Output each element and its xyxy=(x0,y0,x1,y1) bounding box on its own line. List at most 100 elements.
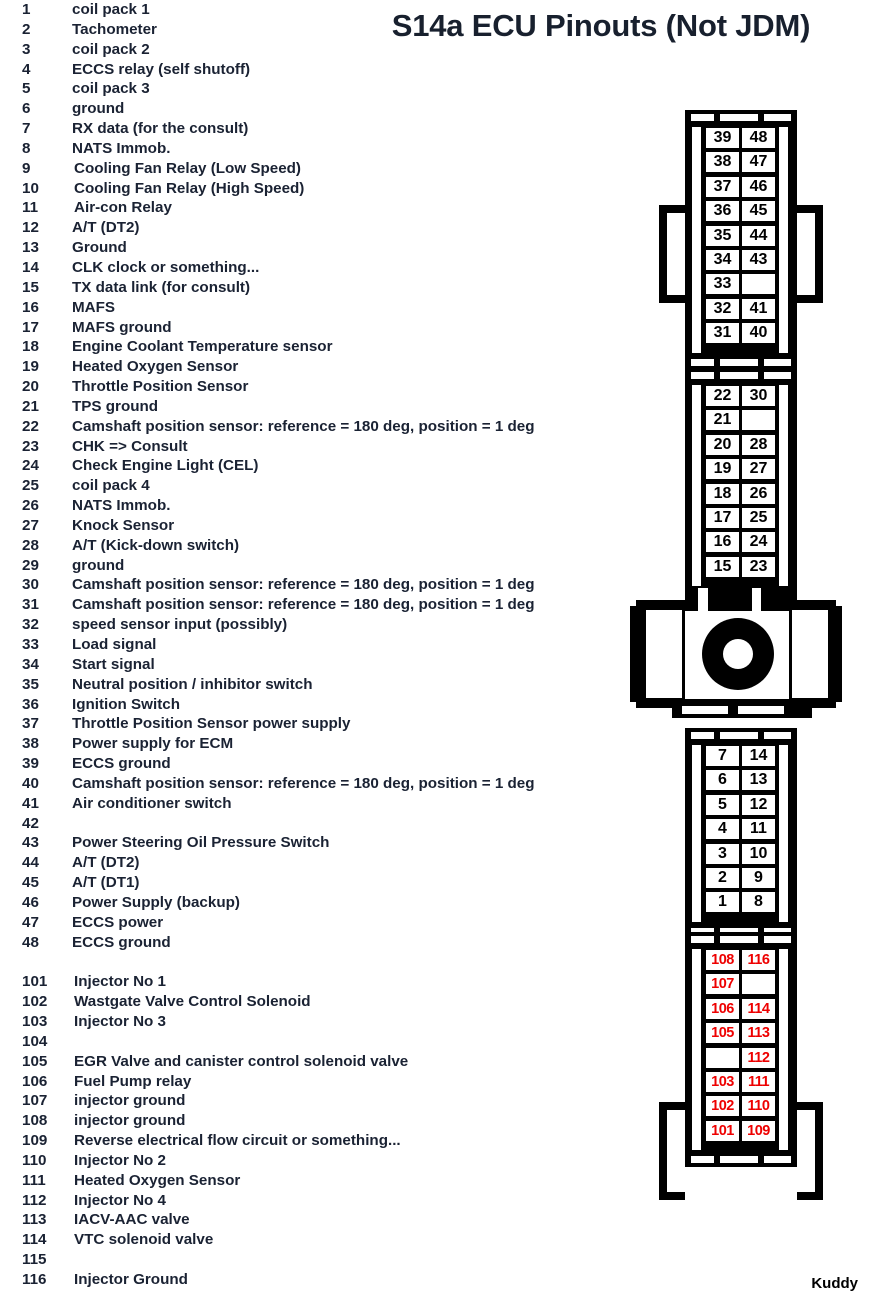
pin-row: 23 CHK => Consult xyxy=(0,437,640,457)
pin-row: 112 Injector No 4 xyxy=(0,1191,640,1211)
pin-row: 25 coil pack 4 xyxy=(0,476,640,496)
pin-description: Heated Oxygen Sensor xyxy=(72,358,239,376)
pin-number: 102 xyxy=(22,993,48,1011)
pin-description: Camshaft position sensor: reference = 18… xyxy=(72,774,535,792)
pin-row: 115 xyxy=(0,1250,640,1270)
pin-description: ECCS power xyxy=(72,913,164,931)
pin-number: 15 xyxy=(22,278,39,296)
pin-description: Knock Sensor xyxy=(72,516,175,534)
pin-number: 116 xyxy=(22,1271,47,1288)
pin-row: 28 A/T (Kick-down switch) xyxy=(0,536,640,556)
pin-number: 18 xyxy=(22,338,39,356)
pin-number: 38 xyxy=(22,735,39,753)
pin-row: 44 A/T (DT2) xyxy=(0,853,640,873)
pin-number: 108 xyxy=(22,1112,48,1130)
pin-row: 34 Start signal xyxy=(0,655,640,675)
pin-list: 1 coil pack 1 2 Tachometer 3 coil pack 2 4 ECCS… xyxy=(0,0,640,1290)
pin-description: coil pack 3 xyxy=(72,80,150,98)
pin-description: Injector No 1 xyxy=(74,973,166,991)
ecu-connector-diagram: 39 48 38 47 37 46 36 45 35 44 34 43 33 32 41 31 40 22 30 21… xyxy=(620,110,872,1220)
pin-row: 12 A/T (DT2) xyxy=(0,218,640,238)
pin-description: CLK clock or something... xyxy=(72,258,260,276)
connector-mounting-bolt-assembly xyxy=(620,110,872,1220)
pin-row: 101 Injector No 1 xyxy=(0,972,640,992)
pin-description: IACV-AAC valve xyxy=(74,1211,190,1229)
pin-row: 45 A/T (DT1) xyxy=(0,873,640,893)
pin-description: coil pack 4 xyxy=(72,477,150,495)
pin-number: 107 xyxy=(22,1092,48,1110)
bolt-bracket-left-tab xyxy=(630,606,640,702)
pin-row: 22 Camshaft position sensor: reference = … xyxy=(0,417,640,437)
pin-row: 107 injector ground xyxy=(0,1091,640,1111)
pin-description: Camshaft position sensor: reference = 18… xyxy=(72,576,535,594)
pin-number: 6 xyxy=(22,100,31,118)
pin-row: 11 Air-con Relay xyxy=(0,198,640,218)
pin-description: TX data link (for consult) xyxy=(72,278,251,296)
author-signature: Kuddy xyxy=(811,1275,858,1292)
pin-row: 14 CLK clock or something... xyxy=(0,258,640,278)
pin-row: 113 IACV-AAC valve xyxy=(0,1210,640,1230)
pin-description: Throttle Position Sensor power supply xyxy=(72,715,351,733)
pin-row: 43 Power Steering Oil Pressure Switch xyxy=(0,833,640,853)
pin-description: Injector No 4 xyxy=(74,1191,166,1209)
pin-row: 30 Camshaft position sensor: reference = … xyxy=(0,575,640,595)
pin-description: MAFS xyxy=(72,298,116,316)
pin-number: 43 xyxy=(22,834,39,852)
pin-description: injector ground xyxy=(74,1112,186,1130)
pin-row: 8 NATS Immob. xyxy=(0,139,640,159)
pin-number: 40 xyxy=(22,774,39,792)
pin-row: 106 Fuel Pump relay xyxy=(0,1072,640,1092)
pin-number: 9 xyxy=(22,159,31,177)
pin-row: 48 ECCS ground xyxy=(0,933,640,953)
pin-row: 3 coil pack 2 xyxy=(0,40,640,60)
pin-description: Camshaft position sensor: reference = 18… xyxy=(72,596,535,614)
pin-description: NATS Immob. xyxy=(72,497,171,515)
pin-number: 5 xyxy=(22,80,31,98)
pin-description: A/T (DT2) xyxy=(72,219,140,237)
pin-row: 6 ground xyxy=(0,99,640,119)
pin-number: 47 xyxy=(22,913,39,931)
pin-number: 12 xyxy=(22,219,39,237)
pin-description: Air-con Relay xyxy=(74,199,172,217)
pin-number: 20 xyxy=(22,378,39,396)
pin-row: 1 coil pack 1 xyxy=(0,0,640,20)
pin-row: 19 Heated Oxygen Sensor xyxy=(0,357,640,377)
pin-description: coil pack 1 xyxy=(72,1,150,18)
pin-row: 26 NATS Immob. xyxy=(0,496,640,516)
pin-row: 33 Load signal xyxy=(0,635,640,655)
pin-row: 109 Reverse electrical flow circuit or so… xyxy=(0,1131,640,1151)
pin-row: 4 ECCS relay (self shutoff) xyxy=(0,60,640,80)
pin-row: 110 Injector No 2 xyxy=(0,1151,640,1171)
pin-description: ECCS ground xyxy=(72,755,171,773)
pin-row: 31 Camshaft position sensor: reference = … xyxy=(0,595,640,615)
pin-description: Air conditioner switch xyxy=(72,794,232,812)
pin-number: 42 xyxy=(22,814,39,832)
bolt-bracket-bottom-slot-b xyxy=(738,706,784,714)
pin-number: 4 xyxy=(22,60,31,78)
pin-row: 37 Throttle Position Sensor power supply xyxy=(0,714,640,734)
pin-row: 21 TPS ground xyxy=(0,397,640,417)
pin-description: Check Engine Light (CEL) xyxy=(72,457,259,475)
pin-row: 17 MAFS ground xyxy=(0,318,640,338)
bolt-bracket-bottom-slot-a xyxy=(682,706,728,714)
pin-number: 109 xyxy=(22,1132,48,1150)
pin-description: Load signal xyxy=(72,636,157,653)
pin-row: 32 speed sensor input (possibly) xyxy=(0,615,640,635)
pin-number: 106 xyxy=(22,1072,48,1090)
pin-description: EGR Valve and canister control solenoid … xyxy=(74,1052,409,1070)
pin-number: 25 xyxy=(22,477,39,495)
pin-number: 103 xyxy=(22,1013,48,1031)
pin-description: ECCS relay (self shutoff) xyxy=(72,60,251,78)
pin-number: 104 xyxy=(22,1032,48,1050)
pin-row: 5 coil pack 3 xyxy=(0,79,640,99)
pin-row: 41 Air conditioner switch xyxy=(0,794,640,814)
pin-row: 2 Tachometer xyxy=(0,20,640,40)
pin-description: A/T (DT2) xyxy=(72,854,140,872)
pin-row: 105 EGR Valve and canister control soleno… xyxy=(0,1052,640,1072)
pin-number: 17 xyxy=(22,318,39,336)
pin-description: NATS Immob. xyxy=(72,139,171,157)
pin-number: 34 xyxy=(22,655,39,673)
pin-row: 27 Knock Sensor xyxy=(0,516,640,536)
pin-number: 21 xyxy=(22,397,39,415)
pin-number: 8 xyxy=(22,139,31,157)
